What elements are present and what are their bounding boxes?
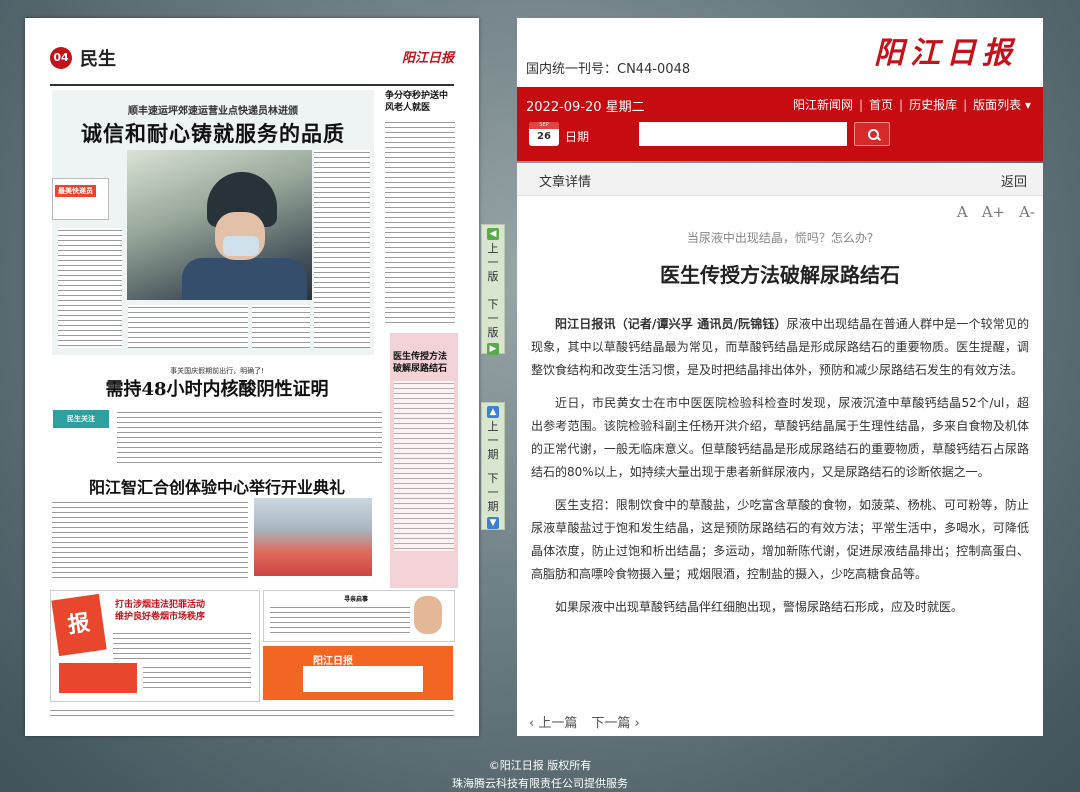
next-issue-link[interactable]: 下 一 期 — [482, 472, 504, 514]
font-size-controls: A A+ A- — [943, 203, 1035, 221]
nav-separator: | — [899, 98, 904, 112]
notice-title: 寻亲启事 — [344, 596, 369, 603]
orange-ad-masthead: 阳江日报 — [313, 656, 353, 667]
provider-text: 珠海腾云科技有限责任公司提供服务 — [452, 777, 628, 790]
search-input[interactable] — [639, 122, 847, 146]
orange-ad-paper-shape — [303, 666, 423, 692]
newspaper-subscription-ad[interactable]: 阳江日报 — [263, 646, 453, 700]
article-subtitle: 当尿液中出现结晶，慌吗？怎么办? — [686, 231, 874, 245]
next-page-link[interactable]: 下 一 版 — [482, 298, 504, 340]
story2-tag: 民生关注 — [53, 410, 109, 428]
prev-issue-icon[interactable]: ▲ — [487, 406, 499, 418]
nav-page-list[interactable]: 版面列表 ▾ — [973, 98, 1031, 112]
search-icon — [868, 129, 879, 140]
article-body: 阳江日报讯（记者/谭兴孚 通讯员/阮锦钰）尿液中出现结晶在普通人群中是一个较常见… — [531, 313, 1029, 629]
opening-ceremony-photo — [254, 498, 372, 576]
article-paragraph: 如果尿液中出现草酸钙结晶伴红细胞出现，警惕尿路结石形成，应及时就医。 — [555, 600, 964, 614]
ad-left-text2 — [143, 665, 251, 691]
story-fast-courier[interactable]: 顺丰速运坪郊速运营业点快递员林进颁 诚信和耐心铸就服务的品质 最美快递员 — [52, 90, 374, 355]
article-pager: ‹ 上一篇 下一篇 › — [529, 712, 654, 731]
nav-history[interactable]: 历史报库 — [909, 98, 957, 112]
issue-nav-strip: ▲ 上 一 期 下 一 期 ▼ — [481, 402, 505, 530]
paper-header: 04 民生 阳江日报 — [50, 44, 454, 86]
prev-issue-link[interactable]: 上 一 期 — [482, 420, 504, 462]
top-nav: 阳江新闻网 | 首页 | 历史报库 | 版面列表 ▾ — [793, 96, 1031, 113]
paper-masthead: 阳江日报 — [401, 51, 454, 66]
red-toolbar: 2022-09-20 星期二 阳江新闻网 | 首页 | 历史报库 | 版面列表 ▾ SEP … — [517, 87, 1043, 161]
back-link[interactable]: 返回 — [1001, 171, 1027, 190]
ad-left-title: 打击涉烟违法犯罪活动 维护良好卷烟市场秩序 — [115, 600, 206, 622]
missing-person-notice[interactable]: 寻亲启事 — [263, 590, 455, 642]
story2-text — [117, 410, 382, 464]
article-header: 文章详情 返回 — [517, 163, 1043, 196]
issn-label: 国内统一刊号：CN44-0048 — [526, 62, 691, 77]
highlighted-headline: 医生传授方法破解尿路结石 — [393, 352, 448, 374]
photo-body-shape — [182, 258, 307, 300]
story1-kicker: 顺丰速运坪郊速运营业点快递员林进颁 — [128, 106, 298, 117]
article-panel: 文章详情 返回 A A+ A- 当尿液中出现结晶，慌吗？怎么办? 医生传授方法破解尿… — [517, 163, 1043, 736]
story3-text — [52, 500, 248, 582]
tobacco-ad[interactable]: 报 打击涉烟违法犯罪活动 维护良好卷烟市场秩序 — [50, 590, 260, 702]
prev-page-icon[interactable]: ◀ — [487, 228, 499, 240]
article-section-label: 文章详情 — [539, 175, 592, 190]
ad-left-bar — [59, 663, 137, 693]
ad-burst: 报 — [51, 593, 107, 657]
story1-text-col2 — [128, 305, 248, 348]
highlighted-text — [394, 381, 454, 551]
story1-text-col1 — [58, 228, 122, 348]
article-paragraph: 医生支招：限制饮食中的草酸盐，少吃富含草酸的食物，如菠菜、杨桃、可可粉等，防止尿… — [531, 498, 1029, 581]
nav-separator: | — [963, 98, 968, 112]
article-byline: 阳江日报讯（记者/谭兴孚 通讯员/阮锦钰） — [555, 317, 787, 331]
story2-headline[interactable]: 需持48小时内核酸阴性证明 — [52, 375, 382, 401]
notice-text — [270, 605, 410, 635]
notice-photo — [414, 596, 442, 634]
date-label[interactable]: 日期 — [565, 128, 589, 145]
courier-photo — [127, 150, 312, 300]
nav-yangjiang-news[interactable]: 阳江新闻网 — [793, 98, 853, 112]
side-headline: 争分夺秒护送中风老人就医 — [385, 91, 449, 113]
section-name: 民生 — [80, 49, 116, 70]
font-decrease-button[interactable]: A- — [1019, 203, 1035, 221]
story1-badge: 最美快递员 — [52, 178, 109, 220]
font-default-button[interactable]: A — [957, 203, 968, 221]
search-button[interactable] — [854, 122, 890, 146]
next-article-link[interactable]: 下一篇 › — [591, 716, 639, 731]
paper-footer-line — [50, 708, 454, 716]
ad-left-text — [113, 631, 251, 661]
newspaper-page[interactable]: 04 民生 阳江日报 顺丰速运坪郊速运营业点快递员林进颁 诚信和耐心铸就服务的品… — [25, 18, 479, 736]
story1-text-col4 — [252, 305, 310, 348]
copyright-text: ©阳江日报 版权所有 — [488, 759, 592, 772]
site-logo: 阳江日报 — [874, 36, 1018, 71]
highlighted-article-box[interactable]: 医生传授方法破解尿路结石 — [390, 333, 458, 588]
page-number: 04 — [50, 47, 72, 69]
calendar-icon[interactable]: SEP 26 — [529, 122, 559, 146]
site-header: 国内统一刊号：CN44-0048 阳江日报 — [517, 18, 1043, 87]
article-title: 医生传授方法破解尿路结石 — [660, 263, 900, 287]
current-date: 2022-09-20 星期二 — [526, 100, 645, 115]
prev-page-link[interactable]: 上 一 版 — [482, 242, 504, 284]
font-increase-button[interactable]: A+ — [982, 203, 1005, 221]
next-issue-icon[interactable]: ▼ — [487, 517, 499, 529]
story1-text-col3 — [314, 150, 370, 348]
page-nav-strip: ◀ 上 一 版 下 一 版 ▶ — [481, 224, 505, 355]
prev-article-link[interactable]: ‹ 上一篇 — [529, 716, 577, 731]
nav-home[interactable]: 首页 — [869, 98, 893, 112]
article-paragraph: 近日，市民黄女士在市中医医院检验科检查时发现，尿液沉渣中草酸钙结晶52个/ul，… — [531, 396, 1029, 479]
photo-mask-shape — [223, 236, 259, 256]
story1-headline: 诚信和耐心铸就服务的品质 — [81, 121, 345, 146]
next-page-icon[interactable]: ▶ — [487, 343, 499, 355]
nav-separator: | — [858, 98, 864, 112]
article-paragraph: 阳江日报讯（记者/谭兴孚 通讯员/阮锦钰）尿液中出现结晶在普通人群中是一个较常见… — [531, 317, 1029, 377]
side-text — [385, 120, 455, 325]
side-story[interactable]: 争分夺秒护送中风老人就医 — [385, 90, 455, 355]
story3-headline[interactable]: 阳江智汇合创体验中心举行开业典礼 — [52, 474, 382, 498]
